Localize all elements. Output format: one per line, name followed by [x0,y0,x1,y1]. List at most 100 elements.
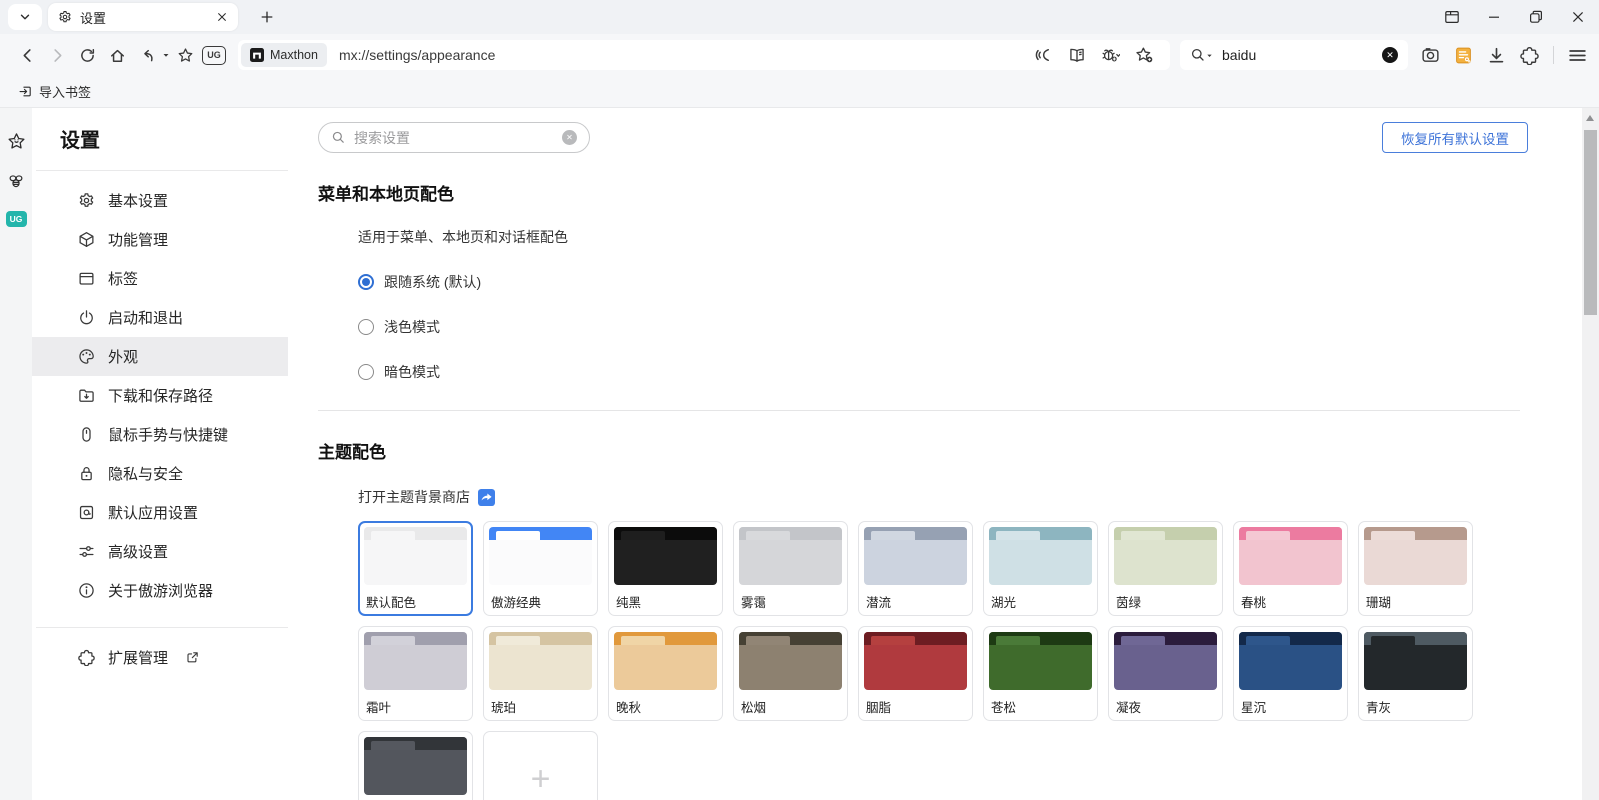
theme-card[interactable]: 松烟 [733,626,848,721]
workspace-layout-button[interactable] [1431,0,1473,34]
theme-card[interactable] [358,731,473,800]
theme-label: 湖光 [989,592,1092,607]
theme-card[interactable]: 珊瑚 [1358,521,1473,616]
tab-list-button[interactable] [8,4,42,30]
color-mode-option[interactable]: 跟随系统 (默认) [358,272,1582,292]
settings-search-input[interactable] [354,130,554,146]
theme-card[interactable]: 茵绿 [1108,521,1223,616]
tab-close-icon[interactable] [216,11,228,23]
ug-extension-button[interactable]: UG [202,46,226,65]
bee-icon[interactable] [7,172,25,190]
sidebar-item-cube[interactable]: 功能管理 [32,220,288,259]
plus-icon: + [531,762,551,796]
main-menu-icon[interactable] [1568,46,1587,65]
adblock-bug-icon[interactable] [1101,46,1120,64]
theme-card[interactable]: 雾霭 [733,521,848,616]
undo-button[interactable] [132,40,162,70]
add-favorite-star-icon[interactable] [1135,46,1154,64]
undo-dropdown-caret-icon[interactable] [162,51,170,59]
sidebar-item-folder-download[interactable]: 下载和保存路径 [32,376,288,415]
sidebar-item-lock[interactable]: 隐私与安全 [32,454,288,493]
theme-label: 珊瑚 [1364,592,1467,607]
radio-unselected[interactable] [358,319,374,335]
ug-panel-badge[interactable]: UG [6,211,27,227]
sidebar-item-info[interactable]: 关于傲游浏览器 [32,571,288,610]
forward-button[interactable] [42,40,72,70]
theme-card[interactable]: 春桃 [1233,521,1348,616]
theme-card[interactable]: 湖光 [983,521,1098,616]
theme-card[interactable]: 纯黑 [608,521,723,616]
vertical-scrollbar[interactable] [1582,108,1599,800]
theme-card[interactable]: 胭脂 [858,626,973,721]
browser-tab-settings[interactable]: 设置 [48,3,238,31]
sidebar-item-gear[interactable]: 基本设置 [32,181,288,220]
url-bar[interactable]: Maxthon mx://settings/appearance [238,40,1170,70]
theme-card[interactable]: 凝夜 [1108,626,1223,721]
theme-card[interactable]: 霜叶 [358,626,473,721]
theme-card[interactable]: 苍松 [983,626,1098,721]
sidebar-item-label: 下载和保存路径 [108,385,213,406]
color-mode-option[interactable]: 浅色模式 [358,317,1582,337]
open-store-arrow-icon [478,489,495,506]
browser-toolbar: UG Maxthon mx://settings/appearance baid… [0,34,1599,76]
reading-mode-icon[interactable] [1068,46,1086,64]
back-button[interactable] [12,40,42,70]
section-divider [318,410,1520,411]
sidebar-item-palette[interactable]: 外观 [32,337,288,376]
import-bookmarks-button[interactable]: 导入书签 [12,82,97,101]
theme-card[interactable]: 默认配色 [358,521,473,616]
favorites-star-face-icon[interactable] [7,132,26,151]
reset-defaults-button[interactable]: 恢复所有默认设置 [1382,122,1528,153]
theme-store-link[interactable]: 打开主题背景商店 [358,487,1582,507]
minimize-button[interactable] [1473,0,1515,34]
theme-label: 茵绿 [1114,592,1217,607]
sidebar-item-mouse[interactable]: 鼠标手势与快捷键 [32,415,288,454]
extensions-puzzle-icon[interactable] [1520,46,1539,65]
quick-search-box[interactable]: baidu ✕ [1180,40,1408,70]
add-theme-card[interactable]: + [483,731,598,800]
radio-selected[interactable] [358,274,374,290]
sidebar-item-label: 隐私与安全 [108,463,183,484]
sidebar-item-extensions[interactable]: 扩展管理 [32,629,288,685]
scrollbar-up-arrow[interactable] [1586,115,1594,121]
restore-button[interactable] [1515,0,1557,34]
sidebar-item-tab[interactable]: 标签 [32,259,288,298]
radio-unselected[interactable] [358,364,374,380]
notes-icon[interactable] [1454,46,1473,65]
theme-card[interactable]: 傲游经典 [483,521,598,616]
site-chip[interactable]: Maxthon [241,43,327,67]
theme-card[interactable]: 琥珀 [483,626,598,721]
sidebar-item-power[interactable]: 启动和退出 [32,298,288,337]
read-aloud-icon[interactable] [1035,46,1053,64]
scrollbar-thumb[interactable] [1584,130,1597,315]
settings-search-box[interactable]: ✕ [318,122,590,153]
new-tab-button[interactable] [252,3,282,31]
color-mode-radio-group: 跟随系统 (默认) 浅色模式暗色模式 [318,272,1582,382]
refresh-button[interactable] [72,40,102,70]
home-button[interactable] [102,40,132,70]
color-mode-option[interactable]: 暗色模式 [358,362,1582,382]
sliders-icon [78,543,95,560]
search-input[interactable]: baidu [1222,47,1382,63]
sidebar-item-sliders[interactable]: 高级设置 [32,532,288,571]
theme-card[interactable]: 星沉 [1233,626,1348,721]
sidebar-item-label: 鼠标手势与快捷键 [108,424,228,445]
close-button[interactable] [1557,0,1599,34]
url-text[interactable]: mx://settings/appearance [339,47,1035,63]
theme-card[interactable]: 青灰 [1358,626,1473,721]
settings-search-clear-icon[interactable]: ✕ [562,130,577,145]
search-clear-icon[interactable]: ✕ [1382,47,1398,63]
ug-panel-label: UG [10,214,23,224]
theme-label: 凝夜 [1114,697,1217,712]
theme-thumb-tab [746,531,790,540]
search-engine-icon[interactable] [1190,47,1206,63]
screenshot-camera-icon[interactable] [1421,46,1440,65]
theme-thumbnail [1364,527,1467,585]
sidebar-item-app-window[interactable]: 默认应用设置 [32,493,288,532]
theme-card[interactable]: 潜流 [858,521,973,616]
favorites-star-button[interactable] [170,40,200,70]
settings-gear-icon [58,10,72,24]
theme-card[interactable]: 晚秋 [608,626,723,721]
downloads-icon[interactable] [1487,46,1506,65]
search-engine-caret-icon[interactable] [1206,52,1213,59]
